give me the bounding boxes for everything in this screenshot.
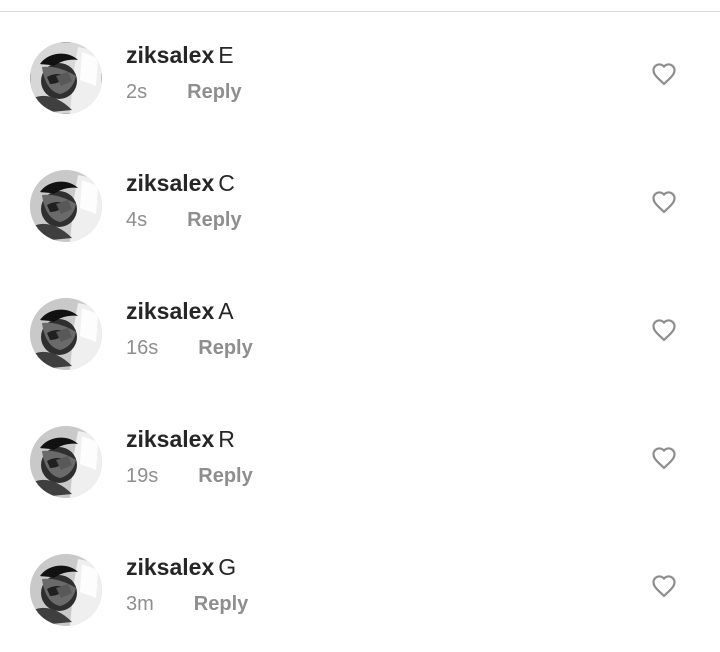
- comment-item: ziksalex A 16s Reply: [0, 296, 720, 396]
- comment-time: 4s: [126, 209, 148, 231]
- comment-text: C: [218, 170, 235, 196]
- heart-outline-icon[interactable]: [650, 60, 678, 88]
- comment-meta: ziksalex R 19s Reply: [126, 424, 606, 504]
- avatar[interactable]: [30, 554, 102, 626]
- comment-list: ziksalex E 2s Reply ziksalex C 4s Reply …: [0, 0, 720, 642]
- reply-button[interactable]: Reply: [198, 462, 252, 490]
- avatar[interactable]: [30, 42, 102, 114]
- username-link[interactable]: ziksalex: [126, 426, 214, 452]
- heart-outline-icon[interactable]: [650, 444, 678, 472]
- comment-line: ziksalex C: [126, 168, 235, 198]
- comment-line: ziksalex A: [126, 296, 234, 326]
- comment-actions: 4s Reply: [126, 206, 242, 234]
- comment-item: ziksalex E 2s Reply: [0, 40, 720, 140]
- comment-text: A: [218, 298, 234, 324]
- comment-text: E: [218, 42, 234, 68]
- heart-outline-icon[interactable]: [650, 572, 678, 600]
- comment-actions: 16s Reply: [126, 334, 253, 362]
- comment-time: 2s: [126, 81, 148, 103]
- comment-item: ziksalex C 4s Reply: [0, 168, 720, 268]
- comment-time: 19s: [126, 465, 159, 487]
- comment-actions: 3m Reply: [126, 590, 248, 618]
- comment-text: G: [218, 554, 237, 580]
- heart-outline-icon[interactable]: [650, 188, 678, 216]
- username-link[interactable]: ziksalex: [126, 554, 214, 580]
- comment-meta: ziksalex C 4s Reply: [126, 168, 606, 248]
- username-link[interactable]: ziksalex: [126, 170, 214, 196]
- avatar[interactable]: [30, 426, 102, 498]
- reply-button[interactable]: Reply: [187, 206, 241, 234]
- reply-button[interactable]: Reply: [187, 78, 241, 106]
- comment-item: ziksalex G 3m Reply: [0, 552, 720, 652]
- comment-line: ziksalex R: [126, 424, 235, 454]
- avatar[interactable]: [30, 170, 102, 242]
- avatar[interactable]: [30, 298, 102, 370]
- comment-time: 3m: [126, 593, 154, 615]
- comment-line: ziksalex E: [126, 40, 234, 70]
- username-link[interactable]: ziksalex: [126, 42, 214, 68]
- comment-meta: ziksalex A 16s Reply: [126, 296, 606, 376]
- heart-outline-icon[interactable]: [650, 316, 678, 344]
- username-link[interactable]: ziksalex: [126, 298, 214, 324]
- reply-button[interactable]: Reply: [198, 334, 252, 362]
- comment-meta: ziksalex E 2s Reply: [126, 40, 606, 120]
- comment-actions: 2s Reply: [126, 78, 242, 106]
- reply-button[interactable]: Reply: [194, 590, 248, 618]
- comment-actions: 19s Reply: [126, 462, 253, 490]
- comment-time: 16s: [126, 337, 159, 359]
- comment-item: ziksalex R 19s Reply: [0, 424, 720, 524]
- comment-meta: ziksalex G 3m Reply: [126, 552, 606, 632]
- comment-line: ziksalex G: [126, 552, 236, 582]
- comment-text: R: [218, 426, 235, 452]
